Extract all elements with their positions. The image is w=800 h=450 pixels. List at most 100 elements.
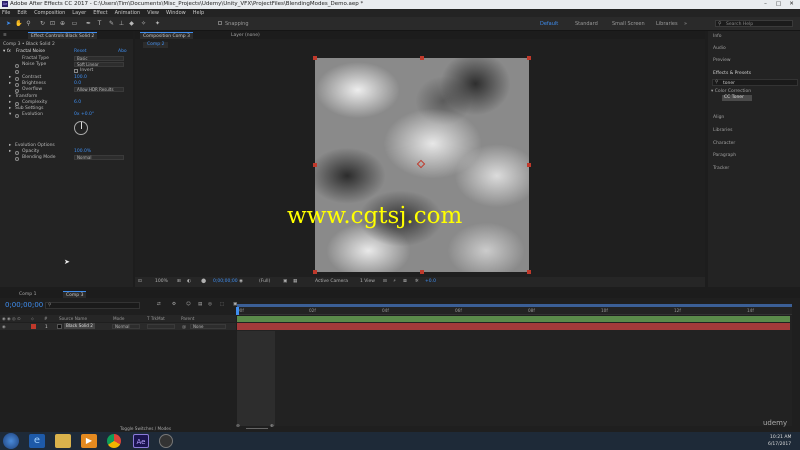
category-color-correction[interactable]: ▾ Color Correction xyxy=(711,89,751,94)
rotate-tool-icon[interactable]: ↻ xyxy=(39,20,46,27)
zoom-out-icon[interactable]: ⊖ xyxy=(236,424,240,430)
frame-blending-icon[interactable]: ▤ xyxy=(198,302,202,308)
transform-handle-ml[interactable] xyxy=(313,163,317,167)
timeline-tab-comp-3[interactable]: Comp 3 xyxy=(63,291,87,298)
tab-layer[interactable]: Layer (none) xyxy=(228,32,263,39)
search-help-box[interactable]: ⚲ Search Help xyxy=(715,20,793,27)
menu-file[interactable]: File xyxy=(2,9,10,17)
brush-tool-icon[interactable]: ✎ xyxy=(108,20,115,27)
opacity-expand-icon[interactable]: ▸ xyxy=(9,149,11,155)
col-trkmat[interactable]: T TrkMat xyxy=(147,316,165,321)
zoom-tool-icon[interactable]: ⚲ xyxy=(25,20,32,27)
effect-cc-toner[interactable]: CC Toner xyxy=(722,95,752,101)
transform-handle-mr[interactable] xyxy=(527,163,531,167)
evolution-value[interactable]: 0x +0.0° xyxy=(74,112,94,118)
project-tab-icon[interactable]: ≡ xyxy=(0,32,10,39)
col-source-name[interactable]: Source Name xyxy=(59,316,87,321)
layer-label-color[interactable] xyxy=(31,324,36,329)
start-button-icon[interactable] xyxy=(3,433,19,449)
snapshot-icon[interactable]: ◐ xyxy=(187,279,191,285)
pen-tool-icon[interactable]: ✒ xyxy=(85,20,92,27)
camera-tool-icon[interactable]: ⊡ xyxy=(49,20,56,27)
info-panel-header[interactable]: Info xyxy=(713,34,722,39)
minimize-icon[interactable]: – xyxy=(762,1,769,7)
transform-handle-bl[interactable] xyxy=(313,270,317,274)
toggle-pixel-icon[interactable]: ⊟ xyxy=(383,279,387,285)
draft-3d-icon[interactable]: ⚙ xyxy=(172,302,176,308)
tab-effect-controls[interactable]: Effect Controls Black Solid 2 xyxy=(28,32,98,39)
layer-trkmat-dropdown[interactable] xyxy=(147,324,175,329)
chrome-icon[interactable] xyxy=(107,434,121,448)
character-panel-header[interactable]: Character xyxy=(713,141,735,146)
layer-row[interactable]: ◉ 1 Black Solid 2 Normal @ None xyxy=(0,323,236,330)
layer-duration-bar-top[interactable] xyxy=(237,316,790,322)
timeline-timecode[interactable]: 0;00;00;00 xyxy=(5,301,43,309)
about-link[interactable]: Abo xyxy=(118,49,127,55)
exposure-value[interactable]: +0.0 xyxy=(425,279,436,285)
layer-mode-dropdown[interactable]: Normal xyxy=(112,324,140,329)
current-time-indicator[interactable] xyxy=(236,307,239,315)
puppet-tool-icon[interactable]: ✦ xyxy=(154,20,161,27)
menu-animation[interactable]: Animation xyxy=(115,9,141,17)
tab-composition[interactable]: Composition Comp 3 xyxy=(140,32,193,39)
transform-handle-tl[interactable] xyxy=(313,56,317,60)
effects-presets-panel-header[interactable]: Effects & Presets xyxy=(713,71,751,76)
zoom-dropdown[interactable]: 100% xyxy=(155,279,168,285)
snapping-checkbox[interactable] xyxy=(218,21,222,25)
eraser-tool-icon[interactable]: ◆ xyxy=(128,20,135,27)
selection-tool-icon[interactable]: ➤ xyxy=(5,20,12,27)
camera-view-dropdown[interactable]: Active Camera xyxy=(315,279,348,285)
toggle-switches-modes[interactable]: Toggle Switches / Modes xyxy=(120,426,171,431)
audio-panel-header[interactable]: Audio xyxy=(713,46,726,51)
roto-brush-tool-icon[interactable]: ✧ xyxy=(140,20,147,27)
transform-handle-tm[interactable] xyxy=(420,56,424,60)
hand-tool-icon[interactable]: ✋ xyxy=(15,20,22,27)
transparency-grid-icon[interactable]: ▦ xyxy=(293,279,297,285)
fit-icon[interactable]: ⊞ xyxy=(177,279,181,285)
layer-duration-bar[interactable] xyxy=(237,323,790,330)
comp-mini-flowchart-icon[interactable]: ⇄ xyxy=(157,302,161,308)
invert-stopwatch-icon[interactable] xyxy=(15,69,19,75)
menu-effect[interactable]: Effect xyxy=(93,9,107,17)
evolution-expand-icon[interactable]: ▾ xyxy=(9,112,11,118)
media-player-icon[interactable]: ▶ xyxy=(81,434,97,448)
ie-icon[interactable]: e xyxy=(29,434,45,448)
preview-panel-header[interactable]: Preview xyxy=(713,58,731,63)
fast-previews-icon[interactable]: ⚡ xyxy=(393,279,396,285)
timeline-search-box[interactable]: ⚲ xyxy=(45,302,140,309)
menu-edit[interactable]: Edit xyxy=(17,9,27,17)
reset-link[interactable]: Reset xyxy=(74,49,87,55)
timeline-tab-comp-1[interactable]: Comp 1 xyxy=(16,291,39,298)
flowchart-icon[interactable]: ⊠ xyxy=(403,279,407,285)
complexity-value[interactable]: 6.0 xyxy=(74,100,81,106)
fractal-type-dropdown[interactable]: Basic xyxy=(74,56,124,61)
timeline-zoom-slider[interactable] xyxy=(246,428,268,429)
camera-icon[interactable]: ◉ xyxy=(239,279,243,285)
menu-composition[interactable]: Composition xyxy=(34,9,65,17)
workspace-standard[interactable]: Standard xyxy=(575,21,598,27)
rectangle-tool-icon[interactable]: ▭ xyxy=(71,20,78,27)
workspace-small-screen[interactable]: Small Screen xyxy=(612,21,645,27)
motion-blur-icon[interactable]: ◎ xyxy=(208,302,212,308)
blending-mode-stopwatch-icon[interactable] xyxy=(15,156,19,162)
brightness-expand-icon[interactable]: ▸ xyxy=(9,81,11,87)
tracker-panel-header[interactable]: Tracker xyxy=(713,166,729,171)
shy-icon[interactable]: ☺ xyxy=(186,302,191,308)
col-parent[interactable]: Parent xyxy=(181,316,194,321)
overflow-dropdown[interactable]: Allow HDR Results xyxy=(74,87,124,92)
menu-layer[interactable]: Layer xyxy=(72,9,86,17)
obs-icon[interactable] xyxy=(159,434,173,448)
libraries-panel-header[interactable]: Libraries xyxy=(713,128,732,133)
comp-subtab[interactable]: Comp 2 xyxy=(143,42,169,48)
invert-checkbox[interactable] xyxy=(74,68,78,74)
pan-behind-tool-icon[interactable]: ⊕ xyxy=(59,20,66,27)
video-toggle-eye-icon[interactable]: ◉ xyxy=(2,324,6,329)
workspace-libraries[interactable]: Libraries xyxy=(656,21,678,27)
graph-editor-icon[interactable]: ⬚ xyxy=(220,302,224,308)
col-mode[interactable]: Mode xyxy=(113,316,124,321)
always-preview-icon[interactable]: ⊡ xyxy=(138,279,142,285)
menu-view[interactable]: View xyxy=(147,9,159,17)
layer-name[interactable]: Black Solid 2 xyxy=(64,323,95,329)
layer-parent-dropdown[interactable]: None xyxy=(190,324,226,329)
transform-handle-bm[interactable] xyxy=(420,270,424,274)
